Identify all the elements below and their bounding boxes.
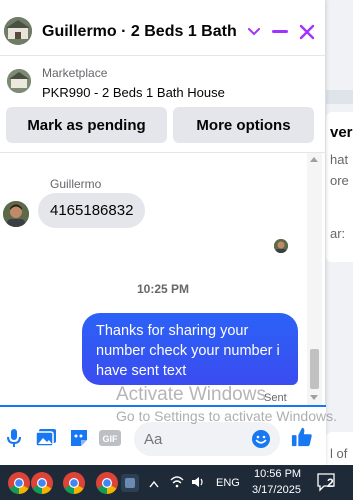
chat-title[interactable]: Guillermo · 2 Beds 1 Bath ... <box>42 23 240 41</box>
message-scrollbar[interactable] <box>307 153 322 405</box>
sent-status: Sent <box>264 392 287 404</box>
photo-icon[interactable] <box>35 427 57 449</box>
taskbar: ENG 10:56 PM 3/17/2025 2 <box>0 465 353 500</box>
background-text-line: hat <box>330 152 349 167</box>
volume-icon[interactable] <box>191 475 205 492</box>
chrome-icon[interactable] <box>62 471 86 495</box>
mark-as-pending-button[interactable]: Mark as pending <box>6 107 167 143</box>
scroll-thumb[interactable] <box>310 349 319 389</box>
minimize-icon[interactable] <box>269 20 291 44</box>
background-bar <box>322 90 353 104</box>
scroll-down-icon[interactable] <box>310 395 318 400</box>
svg-text:GIF: GIF <box>103 434 119 444</box>
incoming-message[interactable]: 4165186832 <box>38 193 146 228</box>
background-text-line: l of <box>330 446 348 461</box>
chat-header: Guillermo · 2 Beds 1 Bath ... <box>0 0 326 56</box>
message-timestamp: 10:25 PM <box>136 282 190 296</box>
close-icon[interactable] <box>296 20 318 44</box>
chevron-up-icon[interactable] <box>149 477 159 491</box>
clock-date[interactable]: 3/17/2025 <box>252 484 301 496</box>
outgoing-message[interactable]: Thanks for sharing your number check you… <box>82 313 298 385</box>
language-indicator[interactable]: ENG <box>216 477 240 489</box>
sender-name: Guillermo <box>50 177 102 191</box>
wifi-icon[interactable] <box>170 475 184 492</box>
background-text-line: ore <box>330 173 349 188</box>
listing-thumbnail <box>7 69 31 93</box>
chrome-icon[interactable] <box>7 471 31 495</box>
marketplace-banner[interactable]: Marketplace PKR990 - 2 Beds 1 Bath House <box>0 57 326 101</box>
marketplace-label: Marketplace <box>42 66 108 80</box>
background-page: vers hat ore ar: l of <box>322 0 353 465</box>
chrome-icon[interactable] <box>95 471 119 495</box>
sender-avatar[interactable] <box>3 201 29 227</box>
seen-indicator-avatar <box>274 239 288 253</box>
message-list: Guillermo 4165186832 10:25 PM Thanks for… <box>0 153 326 405</box>
activate-windows-watermark: Activate Windows <box>116 384 266 405</box>
clock-time[interactable]: 10:56 PM <box>254 468 301 480</box>
more-options-button[interactable]: More options <box>173 107 314 143</box>
app-icon[interactable] <box>121 474 139 492</box>
notification-count: 2 <box>327 476 334 490</box>
activate-windows-hint: Go to Settings to activate Windows. <box>116 408 337 424</box>
scroll-up-icon[interactable] <box>310 157 318 162</box>
chrome-icon[interactable] <box>30 471 54 495</box>
thumbs-up-icon[interactable] <box>291 426 313 448</box>
background-text-line: ar: <box>330 226 346 241</box>
microphone-icon[interactable] <box>3 427 25 449</box>
sticker-icon[interactable] <box>68 427 90 449</box>
contact-avatar[interactable] <box>4 17 32 45</box>
background-heading: vers <box>330 124 353 141</box>
emoji-icon[interactable] <box>250 428 272 450</box>
chevron-down-icon[interactable] <box>243 20 265 44</box>
gif-icon[interactable]: GIF <box>99 427 121 449</box>
listing-title: PKR990 - 2 Beds 1 Bath House <box>42 85 225 100</box>
